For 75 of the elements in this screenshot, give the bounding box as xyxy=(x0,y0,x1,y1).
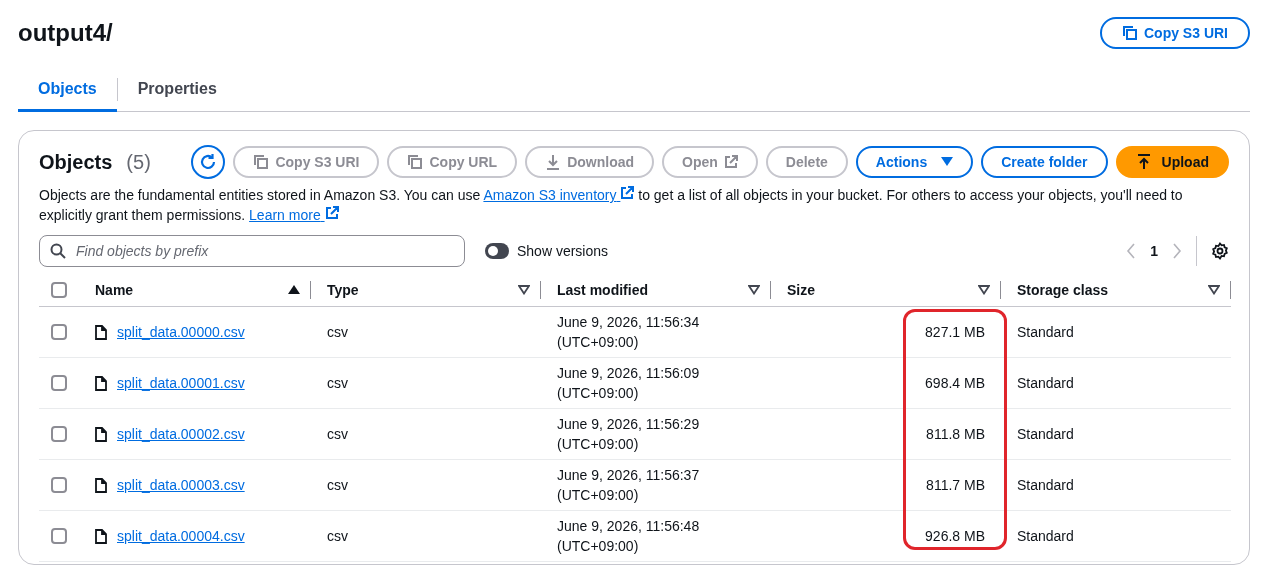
column-header[interactable]: Last modified xyxy=(557,281,748,298)
file-name-link[interactable]: split_data.00002.csv xyxy=(117,426,245,442)
storage-class-cell: Standard xyxy=(1017,375,1074,391)
last-modified-cell-text: June 9, 2026, 11:56:37 (UTC+09:00) xyxy=(557,466,700,505)
size-cell: 926.8 MB xyxy=(925,528,985,544)
copy-s3-uri-button[interactable]: Copy S3 URI xyxy=(1100,17,1250,49)
page-title: output4/ xyxy=(18,19,113,47)
sort-icon[interactable] xyxy=(978,284,990,295)
column-header[interactable]: Type xyxy=(327,281,518,298)
size-cell: 698.4 MB xyxy=(925,375,985,391)
select-all-checkbox[interactable] xyxy=(51,281,67,298)
file-icon xyxy=(95,426,107,442)
column-header[interactable]: Storage class xyxy=(1017,281,1208,298)
file-name-link[interactable]: split_data.00001.csv xyxy=(117,375,245,391)
toggle-label: Show versions xyxy=(517,243,609,259)
download-icon xyxy=(545,154,562,170)
settings-icon[interactable] xyxy=(1211,242,1229,260)
row-checkbox[interactable] xyxy=(51,528,67,544)
description-link[interactable]: Learn more xyxy=(249,207,339,223)
last-modified-cell-text: June 9, 2026, 11:56:29 (UTC+09:00) xyxy=(557,415,700,454)
file-icon xyxy=(95,375,107,391)
file-name-link[interactable]: split_data.00000.csv xyxy=(117,324,245,340)
type-cell: csv xyxy=(327,477,348,493)
copy-icon xyxy=(407,154,424,170)
upload-button[interactable]: Upload xyxy=(1115,146,1229,178)
file-icon xyxy=(95,324,107,340)
size-cell: 811.8 MB xyxy=(926,426,985,442)
tab[interactable]: Properties xyxy=(117,72,237,112)
column-header[interactable]: Name xyxy=(95,281,288,298)
storage-class-cell: Standard xyxy=(1017,528,1074,544)
row-checkbox[interactable] xyxy=(51,477,67,493)
storage-class-cell: Standard xyxy=(1017,426,1074,442)
row-checkbox[interactable] xyxy=(51,324,67,340)
refresh-icon xyxy=(199,153,218,171)
column-header[interactable]: Size xyxy=(787,281,978,298)
upload-icon xyxy=(1135,154,1152,170)
sort-icon[interactable] xyxy=(1208,284,1220,295)
object-count: (5) xyxy=(126,150,151,174)
copy-icon xyxy=(1122,25,1138,41)
action-button[interactable]: Create folder xyxy=(981,146,1108,178)
refresh-button[interactable] xyxy=(191,145,226,179)
last-modified-cell-text: June 9, 2026, 11:56:09 (UTC+09:00) xyxy=(557,364,700,403)
last-modified-cell-text: June 9, 2026, 11:56:48 (UTC+09:00) xyxy=(557,517,700,556)
row-checkbox[interactable] xyxy=(51,375,67,391)
description-link[interactable]: Amazon S3 inventory xyxy=(483,187,635,203)
external-link-icon xyxy=(723,155,738,169)
sort-icon[interactable] xyxy=(518,284,530,295)
sort-ascending-icon[interactable] xyxy=(288,284,300,295)
file-name-link[interactable]: split_data.00004.csv xyxy=(117,528,245,544)
file-name-link[interactable]: split_data.00003.csv xyxy=(117,477,245,493)
search-icon xyxy=(50,243,66,259)
tab[interactable]: Objects xyxy=(18,72,117,112)
description-text: Objects are the fundamental entities stored in Amazon S3. You can use Amazon S3 inventory to get a list of all objects in your bucket. For others to access your objects, you'll need to explicitly grant them permissions. Learn more xyxy=(39,185,1184,225)
toggle-switch[interactable] xyxy=(485,243,509,259)
type-cell: csv xyxy=(327,375,348,391)
storage-class-cell: Standard xyxy=(1017,324,1074,340)
last-modified-cell-text: June 9, 2026, 11:56:34 (UTC+09:00) xyxy=(557,313,700,352)
file-icon xyxy=(95,528,107,544)
copy-icon xyxy=(253,154,270,170)
size-cell: 811.7 MB xyxy=(926,477,985,493)
actions-dropdown[interactable]: Actions xyxy=(855,146,974,178)
row-checkbox[interactable] xyxy=(51,426,67,442)
file-icon xyxy=(95,477,107,493)
caret-icon xyxy=(941,157,954,167)
panel-title: Objects xyxy=(39,150,113,174)
page-number[interactable]: 1 xyxy=(1150,243,1158,259)
storage-class-cell: Standard xyxy=(1017,477,1074,493)
type-cell: csv xyxy=(327,324,348,340)
search-field[interactable]: Find objects by prefix xyxy=(39,235,465,267)
size-cell: 827.1 MB xyxy=(925,324,985,340)
sort-icon[interactable] xyxy=(748,284,760,295)
type-cell: csv xyxy=(327,426,348,442)
external-link-icon xyxy=(620,186,635,200)
type-cell: csv xyxy=(327,528,348,544)
external-link-icon xyxy=(324,206,339,220)
